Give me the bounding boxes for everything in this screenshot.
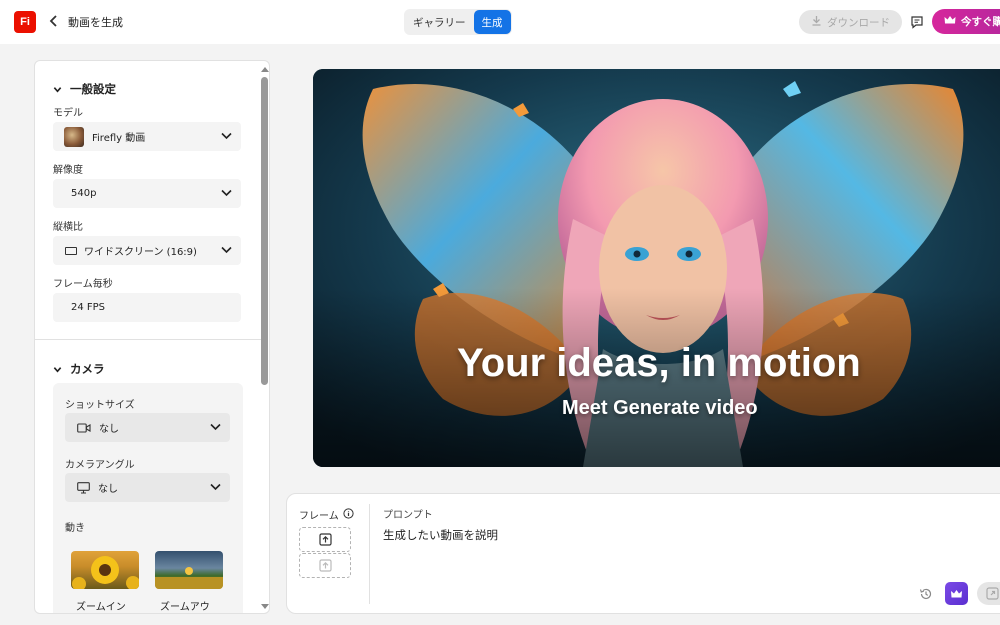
- monitor-icon: [77, 481, 90, 494]
- prompt-input[interactable]: 生成したい動画を説明: [383, 527, 883, 577]
- aspect-ratio-value: ワイドスクリーン (16:9): [84, 247, 197, 258]
- chevron-down-icon: [221, 246, 232, 254]
- model-label: モデル: [53, 108, 83, 119]
- upload-icon: [318, 533, 332, 546]
- aspect-ratio-icon: [65, 246, 77, 255]
- zoom-out-thumbnail[interactable]: [155, 551, 223, 589]
- tab-gallery[interactable]: ギャラリー: [405, 10, 474, 34]
- aspect-ratio-select[interactable]: ワイドスクリーン (16:9): [53, 236, 241, 265]
- chevron-down-icon: [221, 189, 232, 197]
- scroll-thumb[interactable]: [261, 77, 268, 385]
- back-icon[interactable]: [46, 13, 62, 29]
- generate-button[interactable]: [977, 582, 1000, 605]
- chevron-down-icon: [221, 132, 232, 140]
- camera-settings-box: ショットサイズ なし カメラアングル なし 動き ズームイン ズームアウ: [53, 383, 243, 613]
- settings-panel: 一般設定 モデル Firefly 動画 解像度 540p 縦横比 ワイドスクリー…: [34, 60, 270, 614]
- field-image: [155, 567, 223, 589]
- buy-now-button[interactable]: 今すぐ購入: [932, 9, 1000, 34]
- crown-icon: [944, 15, 956, 28]
- motion-label: 動き: [65, 523, 85, 534]
- sunflower-image: [72, 556, 139, 589]
- crown-icon: [951, 589, 962, 597]
- last-frame-upload[interactable]: [299, 553, 351, 578]
- page-title: 動画を生成: [68, 16, 123, 29]
- prompt-label: プロンプト: [383, 510, 433, 521]
- camera-angle-value: なし: [98, 484, 118, 495]
- prompt-bar: フレーム プロンプト 生成したい動画を説明: [286, 493, 1000, 614]
- zoom-in-thumbnail[interactable]: [71, 551, 139, 589]
- download-label: ダウンロード: [827, 16, 890, 29]
- mode-switch: ギャラリー 生成: [404, 9, 512, 35]
- fps-label: フレーム毎秒: [53, 279, 113, 290]
- chevron-down-icon: [210, 483, 221, 491]
- chevron-down-icon: [210, 423, 221, 431]
- premium-button[interactable]: [945, 582, 968, 605]
- firefly-logo[interactable]: Fi: [14, 11, 36, 33]
- prompt-divider: [369, 504, 370, 604]
- resolution-select[interactable]: 540p: [53, 179, 241, 208]
- zoom-in-label[interactable]: ズームイン: [76, 598, 126, 613]
- shot-size-select[interactable]: なし: [65, 413, 230, 442]
- model-select[interactable]: Firefly 動画: [53, 122, 241, 151]
- zoom-out-label[interactable]: ズームアウ: [160, 598, 210, 613]
- shot-size-label: ショットサイズ: [65, 400, 135, 411]
- generate-icon: [986, 587, 999, 600]
- general-settings-header[interactable]: 一般設定: [53, 81, 116, 97]
- fps-value: 24 FPS: [71, 302, 106, 313]
- camera-settings-title: カメラ: [70, 362, 105, 376]
- panel-scrollbar[interactable]: [260, 65, 269, 611]
- frame-label: フレーム: [299, 507, 354, 522]
- camera-angle-label: カメラアングル: [65, 460, 135, 471]
- camera-angle-select[interactable]: なし: [65, 473, 230, 502]
- scroll-up-arrow[interactable]: [261, 67, 269, 72]
- video-camera-icon: [77, 422, 91, 433]
- buy-now-label: 今すぐ購入: [961, 16, 1000, 28]
- download-icon: [811, 15, 822, 29]
- upload-icon: [318, 559, 332, 572]
- camera-settings-header[interactable]: カメラ: [53, 361, 105, 377]
- model-thumbnail: [64, 126, 84, 147]
- history-icon[interactable]: [919, 586, 935, 602]
- hero-banner: Your ideas, in motion Meet Generate vide…: [313, 69, 1000, 467]
- shot-size-value: なし: [99, 424, 119, 435]
- model-value: Firefly 動画: [92, 133, 146, 144]
- chevron-down-icon: [53, 366, 62, 373]
- tab-generate[interactable]: 生成: [473, 10, 511, 34]
- general-settings-title: 一般設定: [70, 82, 116, 96]
- hero-subtitle: Meet Generate video: [562, 397, 758, 419]
- chevron-down-icon: [53, 86, 62, 93]
- first-frame-upload[interactable]: [299, 527, 351, 552]
- resolution-label: 解像度: [53, 165, 83, 176]
- app-header: Fi 動画を生成 ギャラリー 生成 ダウンロード 今すぐ購入: [0, 0, 1000, 44]
- frame-label-text: フレーム: [299, 511, 339, 522]
- scroll-down-arrow[interactable]: [261, 604, 269, 609]
- section-divider: [35, 339, 261, 340]
- resolution-value: 540p: [71, 188, 97, 199]
- aspect-ratio-label: 縦横比: [53, 222, 83, 233]
- download-button[interactable]: ダウンロード: [799, 10, 902, 34]
- info-icon[interactable]: [343, 507, 354, 522]
- hero-title: Your ideas, in motion: [457, 341, 861, 385]
- fps-field: 24 FPS: [53, 293, 241, 322]
- feedback-icon[interactable]: [908, 13, 926, 31]
